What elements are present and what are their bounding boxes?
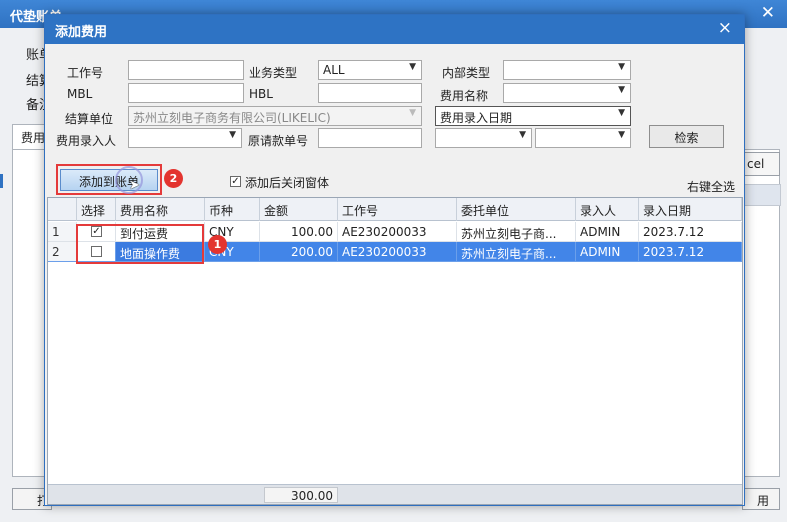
cell-client: 苏州立刻电子商... (457, 242, 576, 262)
biz-type-label: 业务类型 (249, 66, 298, 80)
header-amount[interactable]: 金额 (260, 198, 338, 221)
mbl-input[interactable] (128, 83, 244, 103)
header-currency[interactable]: 币种 (205, 198, 260, 221)
cell-job-no: AE230200033 (338, 222, 457, 242)
background-left-marker (0, 174, 3, 188)
dialog-title: 添加费用 (55, 25, 108, 40)
row-number: 2 (48, 242, 77, 262)
search-button[interactable]: 检索 (649, 125, 724, 148)
background-apply-button[interactable]: 用 (742, 488, 780, 510)
internal-type-label: 内部类型 (442, 66, 491, 80)
chevron-down-icon: ▼ (618, 62, 625, 72)
chevron-down-icon: ▼ (409, 62, 416, 72)
total-amount: 300.00 (264, 487, 338, 503)
orig-request-input[interactable] (318, 128, 422, 148)
chevron-down-icon: ▼ (618, 108, 625, 118)
settle-unit-label: 结算单位 (65, 112, 114, 126)
close-after-add-label: 添加后关闭窗体 (245, 176, 330, 190)
date-from-select[interactable]: ▼ (435, 128, 532, 148)
cell-entry-user: ADMIN (576, 242, 639, 262)
grid-header: 选择 费用名称 币种 金额 工作号 委托单位 录入人 录入日期 (48, 198, 742, 221)
entry-user-select[interactable]: ▼ (128, 128, 242, 148)
cell-amount: 200.00 (260, 242, 338, 262)
chevron-down-icon: ▼ (618, 85, 625, 95)
dialog-titlebar: 添加费用 × (45, 15, 744, 44)
cell-job-no: AE230200033 (338, 242, 457, 262)
background-tab-fees[interactable]: 费用 (12, 124, 46, 150)
cell-entry-date: 2023.7.12 (639, 222, 742, 242)
background-close-icon[interactable]: ✕ (761, 3, 775, 23)
chevron-down-icon: ▼ (519, 130, 526, 140)
chevron-down-icon: ▼ (409, 108, 416, 118)
grid-footer: 300.00 (48, 484, 742, 504)
job-no-label: 工作号 (67, 66, 104, 80)
hbl-input[interactable] (318, 83, 422, 103)
biz-type-value: ALL (323, 63, 345, 77)
date-to-select[interactable]: ▼ (535, 128, 631, 148)
fee-name-select[interactable]: ▼ (503, 83, 631, 103)
header-rownum (48, 198, 77, 221)
cell-amount: 100.00 (260, 222, 338, 242)
dialog-close-icon[interactable]: × (718, 18, 732, 38)
step-badge-1: 1 (208, 235, 227, 254)
date-type-select[interactable]: 费用录入日期 ▼ (435, 106, 631, 126)
annotation-box-add-button (56, 164, 162, 195)
row-number: 1 (48, 222, 77, 242)
header-entry-user[interactable]: 录入人 (576, 198, 639, 221)
hbl-label: HBL (249, 87, 273, 101)
cell-client: 苏州立刻电子商... (457, 222, 576, 242)
header-fee-name[interactable]: 费用名称 (116, 198, 205, 221)
fee-name-label: 费用名称 (440, 89, 489, 103)
entry-user-label: 费用录入人 (56, 134, 117, 148)
date-type-value: 费用录入日期 (440, 111, 513, 125)
mbl-label: MBL (67, 87, 93, 101)
orig-request-label: 原请款单号 (248, 134, 309, 148)
internal-type-select[interactable]: ▼ (503, 60, 631, 80)
step-badge-2: 2 (164, 169, 183, 188)
mouse-pointer-icon: ➤ (129, 178, 140, 193)
header-client[interactable]: 委托单位 (457, 198, 576, 221)
chevron-down-icon: ▼ (618, 130, 625, 140)
add-fee-dialog: 添加费用 × 工作号 业务类型 ALL ▼ 内部类型 ▼ MBL HBL 费用名… (44, 14, 745, 506)
right-click-select-all-hint: 右键全选 (687, 180, 736, 194)
cell-entry-user: ADMIN (576, 222, 639, 242)
chevron-down-icon: ▼ (229, 130, 236, 140)
biz-type-select[interactable]: ALL ▼ (318, 60, 422, 80)
close-after-add-checkbox[interactable]: ✓ (230, 176, 241, 187)
job-no-input[interactable] (128, 60, 244, 80)
header-select[interactable]: 选择 (77, 198, 116, 221)
settle-unit-select[interactable]: 苏州立刻电子商务有限公司(LIKELIC) ▼ (128, 106, 422, 126)
header-entry-date[interactable]: 录入日期 (639, 198, 742, 221)
header-job-no[interactable]: 工作号 (338, 198, 457, 221)
settle-unit-value: 苏州立刻电子商务有限公司(LIKELIC) (133, 111, 331, 125)
annotation-box-selected-rows (76, 224, 204, 264)
background-grid-header-strip (744, 184, 781, 206)
cell-entry-date: 2023.7.12 (639, 242, 742, 262)
